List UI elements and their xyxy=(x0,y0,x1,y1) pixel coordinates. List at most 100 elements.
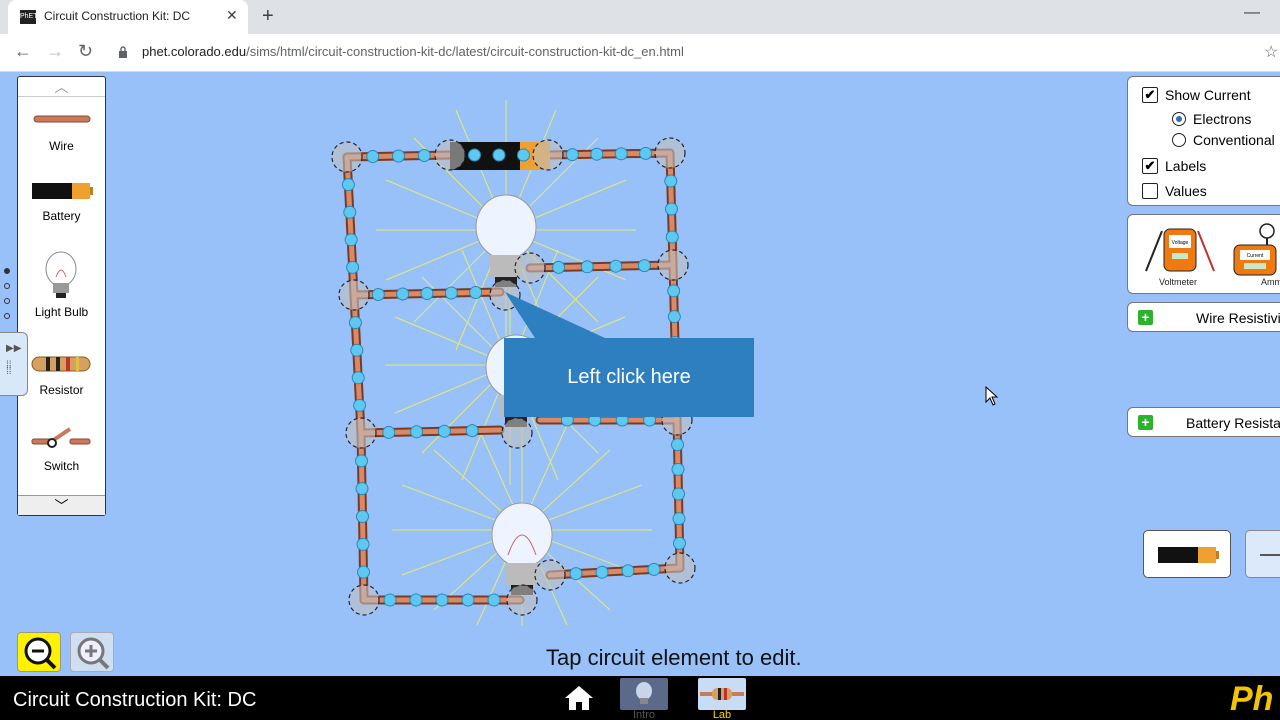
electron xyxy=(665,202,678,216)
browser-tab[interactable]: PhET Circuit Construction Kit: DC ✕ xyxy=(8,0,248,34)
zoom-out-button[interactable] xyxy=(17,632,61,672)
battery-type-button[interactable] xyxy=(1143,530,1231,578)
phet-logo[interactable]: Ph xyxy=(1230,680,1273,719)
electron xyxy=(621,564,635,578)
electron xyxy=(383,593,397,607)
zoom-in-button[interactable] xyxy=(70,632,114,672)
checkbox-unchecked-icon xyxy=(1142,183,1158,200)
side-drawer-handle[interactable]: ▶▶ ⁞⁞ ⁞⁞ xyxy=(0,332,28,396)
toolbox-switch[interactable]: Switch xyxy=(18,423,105,473)
electron xyxy=(444,286,458,300)
electron xyxy=(673,536,686,550)
electron xyxy=(664,174,678,188)
battery-icon xyxy=(1158,547,1219,563)
lab-screen-icon xyxy=(698,678,746,710)
electron xyxy=(469,286,483,299)
electron xyxy=(357,565,370,579)
toolbox-label: Wire xyxy=(49,139,74,153)
electron xyxy=(609,259,623,273)
electrons-radio[interactable]: Electrons xyxy=(1172,111,1251,127)
simulation-area: ︿ Wire Battery Light Bulb Resistor Switc… xyxy=(0,72,1280,676)
bookmark-star-icon[interactable]: ☆ xyxy=(1264,42,1278,62)
ammeter-icon[interactable]: Current xyxy=(1232,221,1280,277)
electron xyxy=(410,425,424,439)
electron xyxy=(371,288,385,301)
zoom-in-icon xyxy=(77,637,110,670)
zoom-out-icon xyxy=(24,637,57,670)
electron xyxy=(382,425,396,439)
electron xyxy=(392,149,405,163)
electron xyxy=(580,260,594,274)
screen-label: Intro xyxy=(632,709,655,720)
battery-icon xyxy=(32,183,93,199)
electron xyxy=(355,482,369,496)
address-bar[interactable]: phet.colorado.edu/sims/html/circuit-cons… xyxy=(142,44,684,59)
forward-arrow-icon[interactable]: → xyxy=(46,41,64,62)
new-tab-icon[interactable]: + xyxy=(262,5,274,28)
screen-label: Lab xyxy=(712,709,732,720)
electron xyxy=(356,537,370,551)
electron xyxy=(671,462,685,476)
expand-plus-icon[interactable]: + xyxy=(1138,415,1153,430)
toolbox-scroll-up-button[interactable]: ︿ xyxy=(18,77,105,97)
electron xyxy=(341,178,355,192)
screen-lab-button[interactable]: Lab xyxy=(698,678,746,720)
expand-plus-icon[interactable]: + xyxy=(1138,310,1153,325)
voltmeter-icon[interactable]: Voltage xyxy=(1142,223,1217,275)
radio-selected-icon xyxy=(1172,112,1186,127)
left-click-tooltip: Left click here xyxy=(504,338,754,417)
electron xyxy=(569,567,583,581)
screen-intro-button[interactable]: Intro xyxy=(620,678,668,720)
minimize-icon[interactable]: — xyxy=(1244,4,1260,22)
toolbox-label: Switch xyxy=(43,459,80,473)
circuit-toolbox: ︿ Wire Battery Light Bulb Resistor Switc… xyxy=(17,76,106,516)
wire-type-button[interactable] xyxy=(1245,530,1280,578)
back-arrow-icon[interactable]: ← xyxy=(14,41,32,62)
conventional-radio[interactable]: Conventional xyxy=(1172,132,1275,148)
toolbox-light-bulb[interactable]: Light Bulb xyxy=(18,249,105,321)
electron xyxy=(590,147,604,161)
values-label: Values xyxy=(1165,183,1207,199)
light-bulb-icon xyxy=(45,251,77,298)
electron xyxy=(487,593,501,607)
lock-icon xyxy=(119,46,127,58)
toolbox-wire[interactable]: Wire xyxy=(18,109,105,157)
ammeter-face-text: Current xyxy=(1247,253,1264,259)
electron xyxy=(565,148,579,162)
electron xyxy=(667,310,681,324)
electron xyxy=(348,316,362,330)
status-message: Tap circuit element to edit. xyxy=(546,645,802,670)
electron xyxy=(396,287,410,301)
wire-resistivity-accordion[interactable]: + Wire Resistivi xyxy=(1127,302,1280,332)
electron xyxy=(356,510,369,523)
electron xyxy=(492,148,506,162)
electron xyxy=(468,148,481,162)
electron xyxy=(350,343,364,357)
show-current-checkbox[interactable]: ✔ Show Current xyxy=(1142,87,1251,104)
labels-checkbox[interactable]: ✔ Labels xyxy=(1142,158,1206,175)
browser-tab-bar: PhET Circuit Construction Kit: DC ✕ + — xyxy=(0,0,1280,34)
page-dot[interactable] xyxy=(4,268,10,274)
toolbox-battery[interactable]: Battery xyxy=(18,179,105,227)
toolbox-scroll-down-button[interactable]: ﹀ xyxy=(18,495,105,515)
toolbox-page-indicator xyxy=(4,268,10,328)
voltmeter-label: Voltmeter xyxy=(1159,277,1198,287)
electron xyxy=(435,593,449,607)
electron xyxy=(639,146,653,160)
phet-logo-text: Ph xyxy=(1230,680,1274,718)
tab-close-icon[interactable]: ✕ xyxy=(226,7,238,24)
page-dot[interactable] xyxy=(4,298,10,304)
page-dot[interactable] xyxy=(4,313,10,319)
show-current-label: Show Current xyxy=(1165,87,1251,103)
electron xyxy=(409,593,423,607)
values-checkbox[interactable]: Values xyxy=(1142,183,1207,200)
reload-icon[interactable]: ↻ xyxy=(78,41,93,62)
battery-resistance-accordion[interactable]: + Battery Resistar xyxy=(1127,407,1280,437)
radio-unselected-icon xyxy=(1172,133,1186,148)
electron xyxy=(344,233,358,247)
page-dot[interactable] xyxy=(4,283,10,289)
home-icon[interactable] xyxy=(563,684,595,712)
intro-screen-icon xyxy=(620,678,668,710)
toolbox-resistor[interactable]: Resistor xyxy=(18,353,105,401)
sensor-toolbox: Voltage Voltmeter Current Amm xyxy=(1127,214,1280,294)
